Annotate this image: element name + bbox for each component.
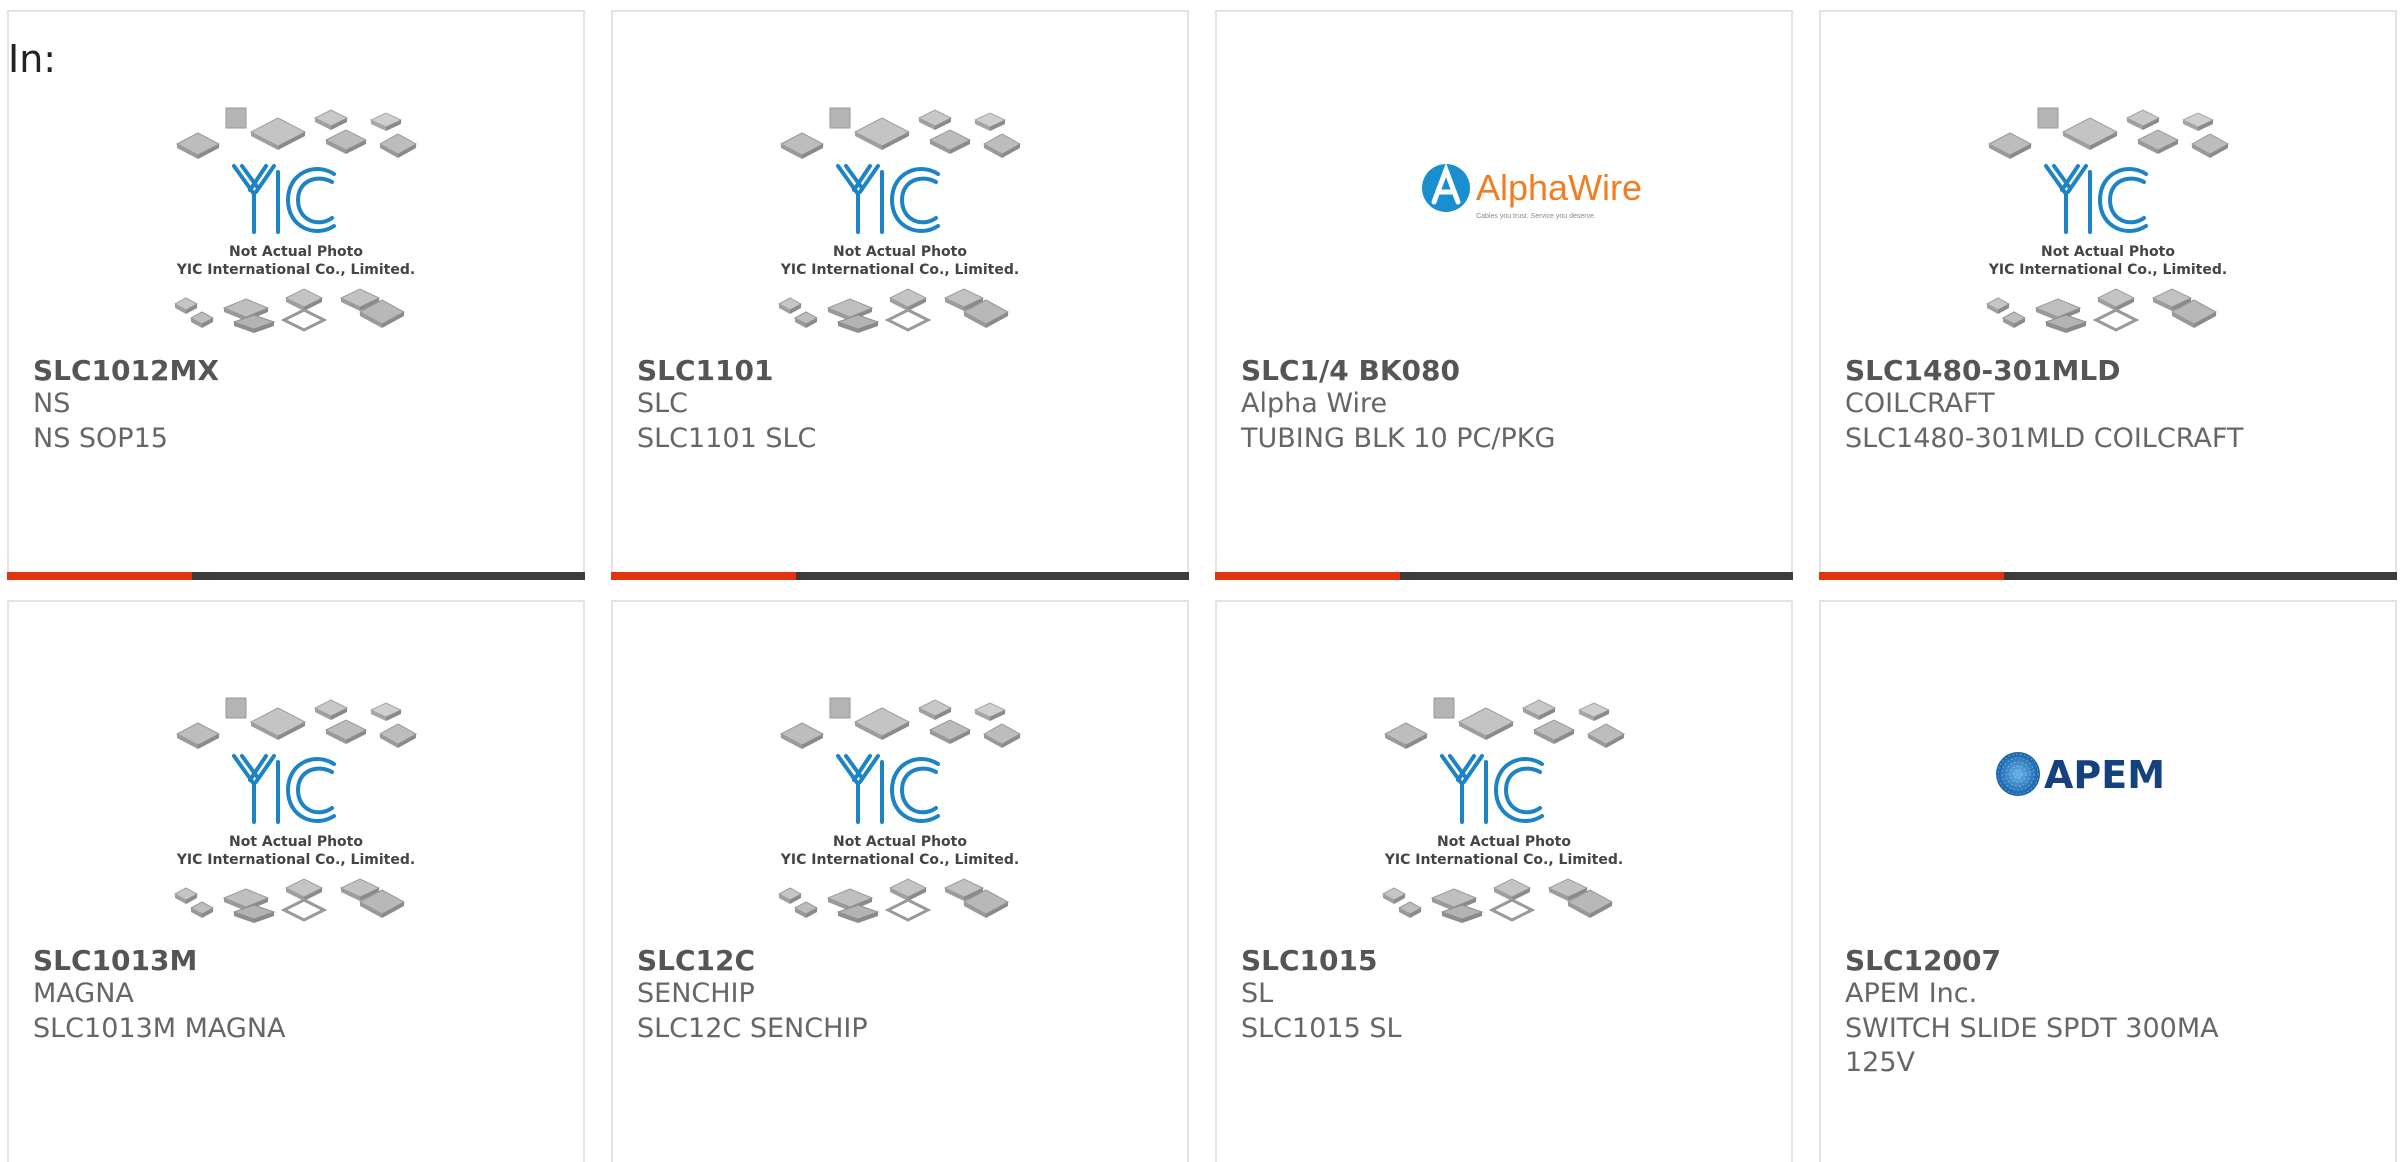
apem-logo: APEM	[1821, 682, 2395, 942]
card-progress-fill	[7, 572, 192, 580]
placeholder-line2: YIC International Co., Limited.	[780, 262, 1019, 278]
card-progress-bar	[7, 572, 585, 580]
product-description: TUBING BLK 10 PC/PKG	[1241, 423, 1556, 454]
part-number[interactable]: SLC12007	[1845, 944, 2001, 977]
product-description: NS SOP15	[33, 423, 168, 454]
placeholder-line1: Not Actual Photo	[833, 834, 967, 850]
manufacturer: NS	[33, 388, 71, 419]
card-progress-bar	[1819, 572, 2397, 580]
part-number[interactable]: SLC1/4 BK080	[1241, 354, 1460, 387]
placeholder-line2: YIC International Co., Limited.	[176, 262, 415, 278]
manufacturer: Alpha Wire	[1241, 388, 1388, 419]
placeholder-line2: YIC International Co., Limited.	[1384, 852, 1623, 868]
product-card[interactable]: Not Actual Photo YIC International Co., L…	[611, 600, 1189, 1162]
manufacturer: SENCHIP	[637, 978, 755, 1009]
card-progress-fill	[611, 572, 796, 580]
placeholder-line2: YIC International Co., Limited.	[176, 852, 415, 868]
part-number[interactable]: SLC1480-301MLD	[1845, 354, 2121, 387]
manufacturer: COILCRAFT	[1845, 388, 1995, 419]
manufacturer: MAGNA	[33, 978, 134, 1009]
product-card[interactable]: AlphaWire Cables you trust. Service you d…	[1215, 10, 1793, 580]
placeholder-line1: Not Actual Photo	[2041, 244, 2175, 260]
card-progress-fill	[1215, 572, 1400, 580]
product-description: SLC1101 SLC	[637, 423, 817, 454]
product-grid-page: In: Not Actual Photo YIC International Co…	[0, 0, 2400, 1162]
product-image: Not Actual Photo YIC International Co., L…	[9, 92, 583, 352]
card-progress-bar	[611, 572, 1189, 580]
product-description: SLC1013M MAGNA	[33, 1013, 286, 1044]
manufacturer: SLC	[637, 388, 689, 419]
apem-logo-image: APEM	[1996, 752, 2165, 797]
product-card[interactable]: Not Actual Photo YIC International Co., L…	[7, 10, 585, 580]
alphawire-tagline: Cables you trust. Service you deserve.	[1476, 213, 1596, 220]
product-description: SLC1015 SL	[1241, 1013, 1402, 1044]
part-number[interactable]: SLC12C	[637, 944, 755, 977]
placeholder-line2: YIC International Co., Limited.	[1988, 262, 2227, 278]
yic-placeholder-image: Not Actual Photo YIC International Co., L…	[1381, 697, 1626, 923]
product-image: Not Actual Photo YIC International Co., L…	[9, 682, 583, 942]
yic-placeholder-image: Not Actual Photo YIC International Co., L…	[173, 697, 418, 923]
product-description: SLC1480-301MLD COILCRAFT	[1845, 423, 2244, 454]
card-progress-fill	[1819, 572, 2004, 580]
part-number[interactable]: SLC1013M	[33, 944, 197, 977]
filter-label: In:	[8, 37, 57, 81]
product-image: Not Actual Photo YIC International Co., L…	[1821, 92, 2395, 352]
part-number[interactable]: SLC1012MX	[33, 354, 219, 387]
product-description: SLC12C SENCHIP	[637, 1013, 868, 1044]
part-number[interactable]: SLC1015	[1241, 944, 1378, 977]
placeholder-line1: Not Actual Photo	[1437, 834, 1571, 850]
placeholder-line1: Not Actual Photo	[833, 244, 967, 260]
part-number[interactable]: SLC1101	[637, 354, 774, 387]
apem-name: APEM	[2044, 753, 2165, 797]
product-image: Not Actual Photo YIC International Co., L…	[613, 92, 1187, 352]
yic-placeholder-image: Not Actual Photo YIC International Co., L…	[777, 107, 1022, 333]
yic-placeholder-image: Not Actual Photo YIC International Co., L…	[1985, 107, 2230, 333]
product-image: Not Actual Photo YIC International Co., L…	[1217, 682, 1791, 942]
placeholder-line2: YIC International Co., Limited.	[780, 852, 1019, 868]
product-card[interactable]: APEM SLC12007 APEM Inc. SWITCH SLIDE SPD…	[1819, 600, 2397, 1162]
card-progress-bar	[1215, 572, 1793, 580]
yic-placeholder-image: Not Actual Photo YIC International Co., L…	[777, 697, 1022, 923]
product-card[interactable]: Not Actual Photo YIC International Co., L…	[7, 600, 585, 1162]
product-card[interactable]: Not Actual Photo YIC International Co., L…	[1215, 600, 1793, 1162]
product-description: SWITCH SLIDE SPDT 300MA 125V	[1845, 1013, 2219, 1078]
placeholder-line1: Not Actual Photo	[229, 834, 363, 850]
alphawire-logo-image: AlphaWire Cables you trust. Service you d…	[1422, 162, 1642, 220]
product-card[interactable]: Not Actual Photo YIC International Co., L…	[611, 10, 1189, 580]
alphawire-logo: AlphaWire Cables you trust. Service you d…	[1217, 92, 1791, 352]
manufacturer: APEM Inc.	[1845, 978, 1978, 1009]
product-image: Not Actual Photo YIC International Co., L…	[613, 682, 1187, 942]
placeholder-line1: Not Actual Photo	[229, 244, 363, 260]
alphawire-name: AlphaWire	[1476, 167, 1642, 208]
manufacturer: SL	[1241, 978, 1274, 1009]
yic-placeholder-image: Not Actual Photo YIC International Co., L…	[173, 107, 418, 333]
product-card[interactable]: Not Actual Photo YIC International Co., L…	[1819, 10, 2397, 580]
